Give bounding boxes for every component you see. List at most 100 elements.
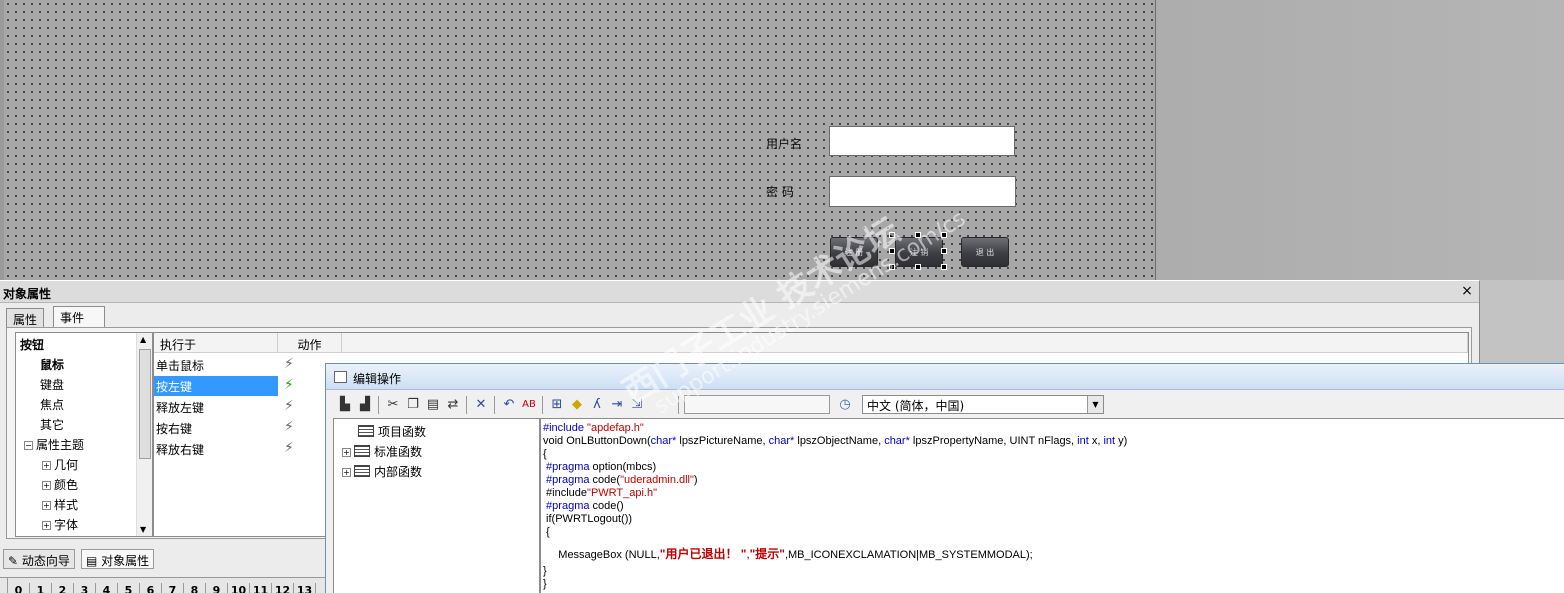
tree-item-standard-functions[interactable]: + 标准函数 xyxy=(342,443,422,460)
tree-item-mouse[interactable]: 鼠标 xyxy=(40,356,64,373)
layer-7[interactable]: 7 xyxy=(162,583,184,593)
expand-icon[interactable]: + xyxy=(342,468,351,477)
selection-handle[interactable] xyxy=(915,264,921,270)
lightning-icon[interactable]: ⚡ xyxy=(284,440,294,456)
selection-handle[interactable] xyxy=(889,248,895,254)
tree-item-colors[interactable]: + 颜色 xyxy=(42,476,78,493)
exit-button[interactable]: 退 出 xyxy=(961,237,1009,267)
function-tree[interactable]: 项目函数 + 标准函数 + 内部函数 xyxy=(333,418,540,593)
selection-handle[interactable] xyxy=(889,264,895,270)
cut-icon[interactable]: ✂ xyxy=(384,396,402,414)
panel-title: 对象属性 xyxy=(3,287,52,301)
delete-icon[interactable]: ✕ xyxy=(472,396,490,414)
selection-handle[interactable] xyxy=(941,232,947,238)
tree-item-styles[interactable]: + 样式 xyxy=(42,496,78,513)
format-icon[interactable]: ⊞ xyxy=(548,396,566,414)
tree-item-label: 属性主题 xyxy=(36,438,85,452)
layer-0[interactable]: 0 xyxy=(8,583,30,593)
scroll-up-icon[interactable]: ▲ xyxy=(140,335,146,344)
register-button[interactable]: 注 册 xyxy=(830,237,878,267)
tree-item-project-functions[interactable]: 项目函数 xyxy=(358,423,426,440)
tree-item-font[interactable]: + 字体 xyxy=(42,516,78,533)
code-token: lpszObjectName, xyxy=(794,435,885,447)
picture-canvas[interactable]: 用户名 密 码 注 册 注 销 退 出 xyxy=(4,0,1156,280)
expand-icon[interactable]: + xyxy=(42,501,51,510)
event-row-left-press[interactable]: 按左键 xyxy=(154,376,278,396)
layer-3[interactable]: 3 xyxy=(74,583,96,593)
close-icon[interactable]: × xyxy=(1459,283,1475,299)
tree-scrollbar[interactable]: ▲ ▼ xyxy=(136,333,152,536)
code-line: #pragma code() xyxy=(543,500,1562,513)
code-token: ,MB_ICONEXCLAMATION|MB_SYSTEMMODAL); xyxy=(784,549,1033,561)
tree-item-geometry[interactable]: + 几何 xyxy=(42,456,78,473)
expand-icon[interactable]: + xyxy=(42,461,51,470)
layer-9[interactable]: 9 xyxy=(206,583,228,593)
tree-item-focus[interactable]: 焦点 xyxy=(40,396,64,413)
code-token: y) xyxy=(1115,435,1128,447)
selection-handle[interactable] xyxy=(889,232,895,238)
language-select[interactable]: 中文 (简体，中国) ▼ xyxy=(862,395,1104,414)
object-icon[interactable]: ◆ xyxy=(568,396,586,414)
layer-8[interactable]: 8 xyxy=(184,583,206,593)
tree-item-property-topics[interactable]: − 属性主题 xyxy=(24,436,84,453)
import-icon[interactable]: ⇥ xyxy=(608,396,626,414)
password-field[interactable] xyxy=(829,176,1016,207)
layer-10[interactable]: 10 xyxy=(228,583,250,593)
logout-button[interactable]: 注 销 xyxy=(895,237,943,267)
layer-1[interactable]: 1 xyxy=(30,583,52,593)
layer-6[interactable]: 6 xyxy=(140,583,162,593)
tab-properties[interactable]: 属性 xyxy=(6,308,45,328)
compile-icon[interactable]: ▙ xyxy=(336,396,354,414)
expand-icon[interactable]: + xyxy=(42,521,51,530)
collapse-icon[interactable]: − xyxy=(24,441,33,450)
trigger-field[interactable] xyxy=(684,395,830,414)
tab-label: 对象属性 xyxy=(101,554,150,568)
replace-icon[interactable]: ⇄ xyxy=(444,396,462,414)
layer-2[interactable]: 2 xyxy=(52,583,74,593)
layer-13[interactable]: 13 xyxy=(294,583,316,593)
lightning-icon[interactable]: ⚡ xyxy=(284,398,294,414)
event-category-tree[interactable]: 按钮 鼠标 键盘 焦点 其它 − 属性主题 + 几何 + 颜色 + 样式 + 字体 ▲ ▼ xyxy=(15,332,153,537)
code-editor[interactable]: #include "apdefap.h" void OnLButtonDown(… xyxy=(540,418,1564,593)
scroll-down-icon[interactable]: ▼ xyxy=(140,525,146,534)
edit-window-titlebar[interactable]: 编辑操作 xyxy=(326,364,1564,390)
selection-handle[interactable] xyxy=(915,232,921,238)
layer-11[interactable]: 11 xyxy=(250,583,272,593)
tree-item-other[interactable]: 其它 xyxy=(40,416,64,433)
event-row-click[interactable]: 单击鼠标 xyxy=(154,355,278,375)
expand-icon[interactable]: + xyxy=(342,448,351,457)
paste-icon[interactable]: ▤ xyxy=(424,396,442,414)
column-header-action[interactable]: 动作 xyxy=(278,333,342,353)
copy-icon[interactable]: ❐ xyxy=(404,396,422,414)
scroll-thumb[interactable] xyxy=(139,349,151,459)
layer-5[interactable]: 5 xyxy=(118,583,140,593)
lightning-icon[interactable]: ⚡ xyxy=(284,356,294,372)
tab-object-properties[interactable]: ▤ 对象属性 xyxy=(81,549,155,569)
tree-item-keyboard[interactable]: 键盘 xyxy=(40,376,64,393)
column-header-trigger[interactable]: 执行于 xyxy=(154,333,278,353)
window-icon[interactable] xyxy=(334,371,347,383)
selection-handle[interactable] xyxy=(941,264,947,270)
layer-4[interactable]: 4 xyxy=(96,583,118,593)
undo-icon[interactable]: ↶ xyxy=(500,396,518,414)
function-icon[interactable]: ʎ xyxy=(588,396,606,414)
clock-icon[interactable]: ◷ xyxy=(836,396,854,414)
layer-12[interactable]: 12 xyxy=(272,583,294,593)
lightning-c-action-icon[interactable]: ⚡ xyxy=(284,377,294,393)
tree-item-internal-functions[interactable]: + 内部函数 xyxy=(342,463,422,480)
event-row-left-release[interactable]: 释放左键 xyxy=(154,397,278,417)
export-icon[interactable]: ⇲ xyxy=(628,396,646,414)
event-row-right-press[interactable]: 按右键 xyxy=(154,418,278,438)
object-properties-titlebar[interactable]: 对象属性 × xyxy=(0,281,1479,303)
tab-events[interactable]: 事件 xyxy=(53,306,105,328)
expand-icon[interactable]: + xyxy=(42,481,51,490)
event-row-right-release[interactable]: 释放右键 xyxy=(154,439,278,459)
compile-all-icon[interactable]: ▟ xyxy=(356,396,374,414)
selection-handle[interactable] xyxy=(941,248,947,254)
lightning-icon[interactable]: ⚡ xyxy=(284,419,294,435)
tree-item-button[interactable]: 按钮 xyxy=(20,336,44,353)
spell-check-icon[interactable]: AB xyxy=(520,396,538,414)
tab-dynamic-wizard[interactable]: ✎ 动态向导 xyxy=(3,549,75,569)
username-field[interactable] xyxy=(829,126,1015,156)
dropdown-arrow-icon[interactable]: ▼ xyxy=(1087,396,1103,413)
